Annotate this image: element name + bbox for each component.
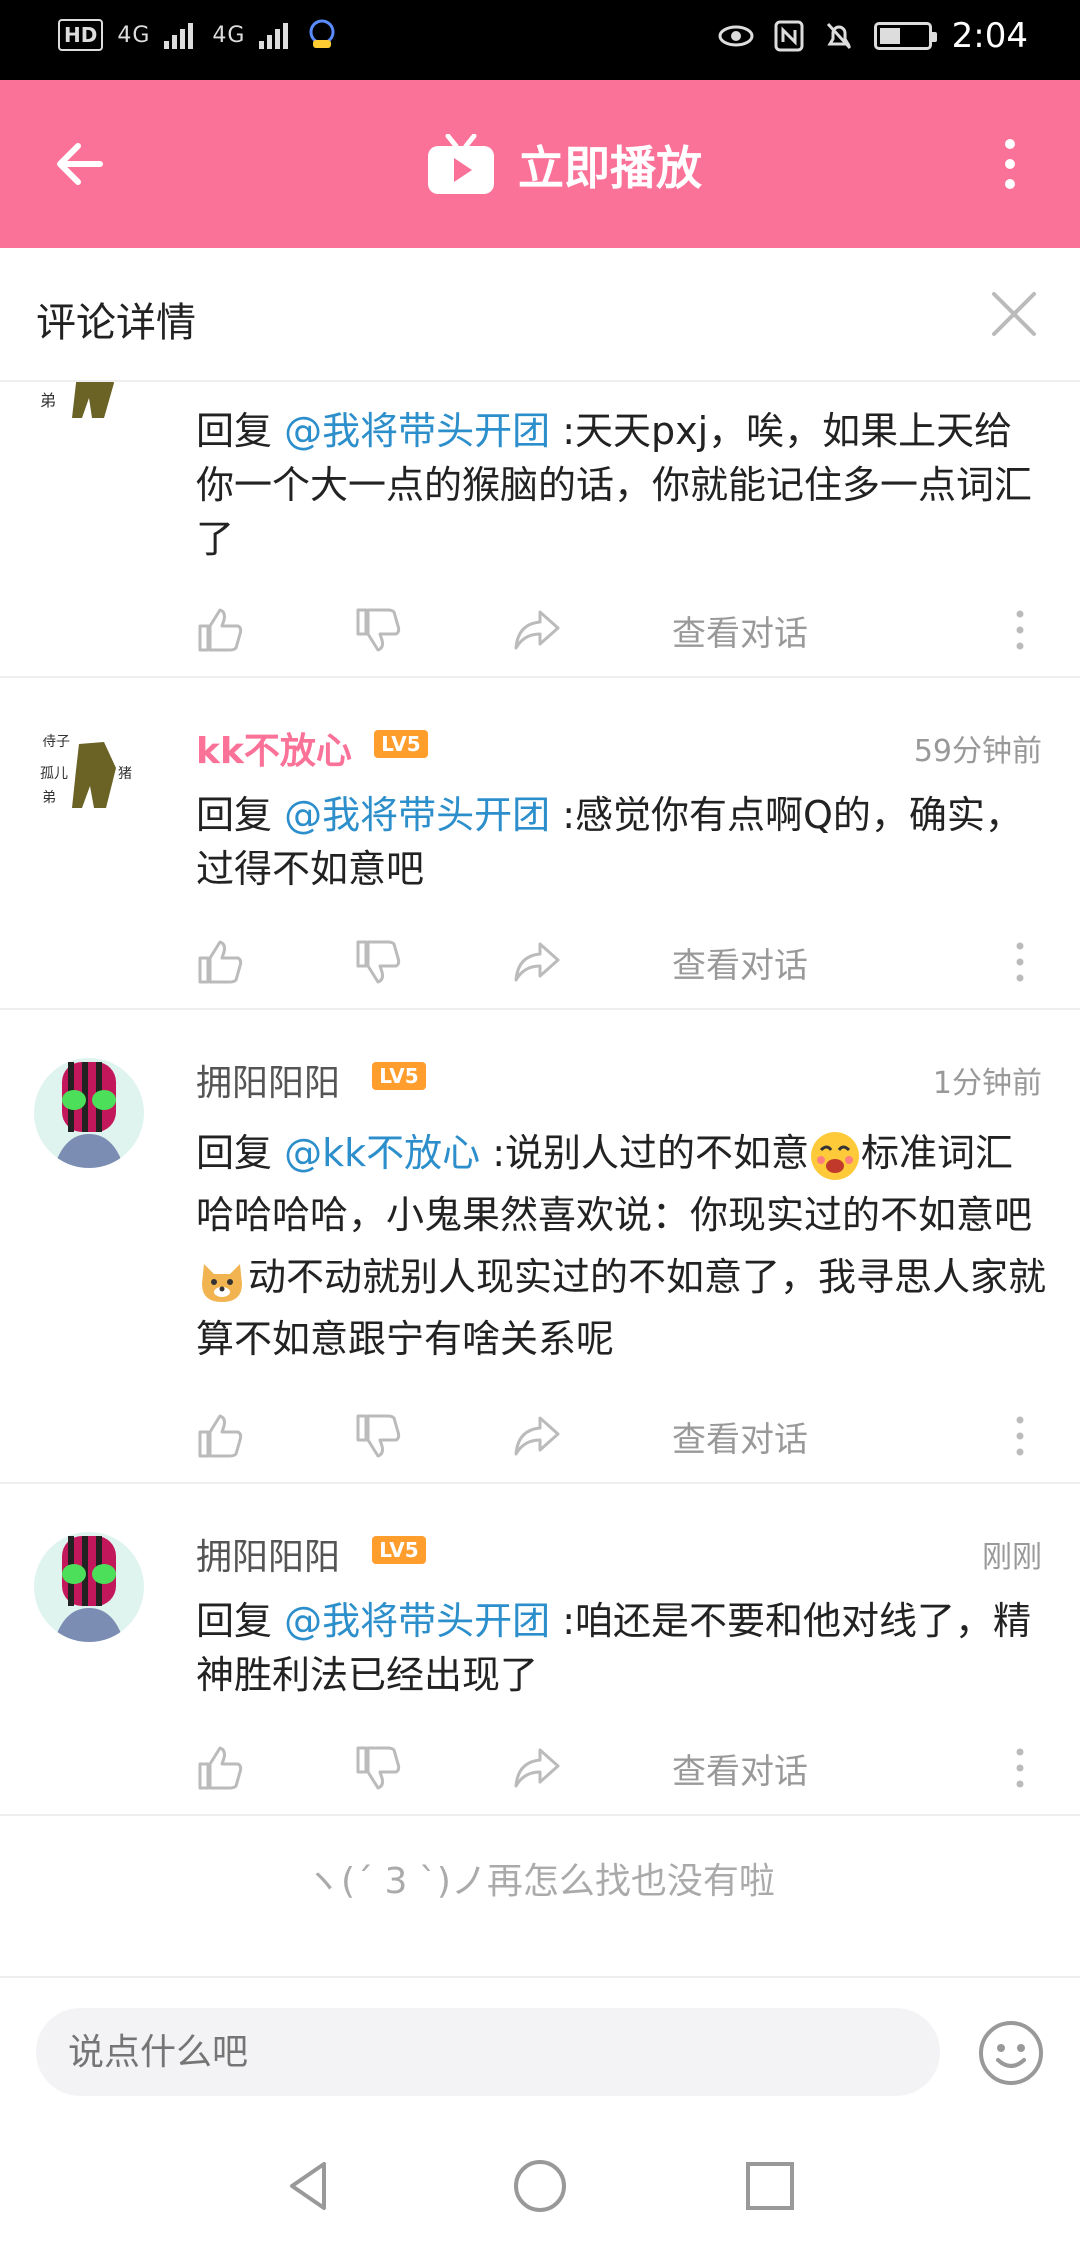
timestamp: 刚刚 [982, 1540, 1042, 1575]
clock: 2:04 [951, 16, 1028, 56]
list-item: 拥阳阳阳 LV5 1分钟前 回复 @kk不放心 :说别人过的不如意 标准词汇哈哈哈… [0, 1010, 1080, 1484]
reply-prefix: 回复 [196, 793, 285, 837]
avatar[interactable] [34, 1532, 144, 1642]
mention-link[interactable]: @我将带头开团 [284, 1599, 550, 1643]
system-nav-bar [0, 2126, 1080, 2244]
mention-link[interactable]: @kk不放心 [284, 1131, 480, 1175]
svg-text:孤儿: 孤儿 [40, 766, 68, 782]
mention-link[interactable]: @我将带头开团 [284, 409, 550, 453]
view-conversation-link[interactable]: 查看对话 [672, 1412, 808, 1461]
battery-icon [873, 22, 937, 50]
comment-body: 回复 @我将带头开团 :感觉你有点啊Q的，确实，过得不如意吧 [196, 788, 1046, 896]
avatar[interactable]: 待子 孤儿 弟 猪 [34, 716, 144, 826]
status-right: 2:04 [718, 16, 1028, 56]
view-conversation-link[interactable]: 查看对话 [672, 938, 808, 987]
signal-1: 4G [117, 22, 151, 48]
nav-back-icon[interactable] [280, 2156, 340, 2216]
signal-2: 4G [212, 22, 246, 48]
username[interactable]: kk不放心 [196, 722, 352, 774]
like-icon[interactable] [196, 606, 244, 654]
reply-prefix: 回复 [196, 409, 285, 453]
more-vert-icon[interactable] [1010, 938, 1030, 986]
masked-character-avatar-icon [34, 1532, 144, 1642]
level-badge: LV5 [372, 1536, 426, 1564]
share-icon[interactable] [512, 606, 560, 654]
app-bar-title: 立即播放 [518, 141, 702, 195]
timestamp: 1分钟前 [932, 1066, 1042, 1101]
comment-list[interactable]: 弟 回复 @我将带头开团 :天天pxj，唉，如果上天给你一个大一点的猴脑的话，你… [0, 382, 1080, 1976]
list-item: 拥阳阳阳 LV5 刚刚 回复 @我将带头开团 :咱还是不要和他对线了，精神胜利法… [0, 1484, 1080, 1816]
doge-emoji-icon [202, 1263, 242, 1302]
notification-app-icon [309, 19, 335, 48]
more-vert-icon[interactable] [1010, 1744, 1030, 1792]
comment-actions: 查看对话 [196, 932, 1046, 992]
comment-body: 回复 @我将带头开团 :天天pxj，唉，如果上天给你一个大一点的猴脑的话，你就能… [196, 404, 1046, 566]
dislike-icon[interactable] [354, 938, 402, 986]
like-icon[interactable] [196, 1412, 244, 1460]
status-left: HD 4G 4G [58, 18, 337, 52]
list-item: 弟 回复 @我将带头开团 :天天pxj，唉，如果上天给你一个大一点的猴脑的话，你… [0, 382, 1080, 678]
nav-home-icon[interactable] [510, 2156, 570, 2216]
comment-actions: 查看对话 [196, 1406, 1046, 1466]
dislike-icon[interactable] [354, 606, 402, 654]
more-vert-icon[interactable] [1010, 606, 1030, 654]
share-icon[interactable] [512, 1412, 560, 1460]
svg-text:猪: 猪 [118, 766, 132, 782]
dislike-icon[interactable] [354, 1412, 402, 1460]
emoji-picker-icon[interactable] [978, 2020, 1044, 2086]
comment-text: 动不动就别人现实过的不如意了，我寻思人家就算不如意跟宁有啥关系呢 [196, 1255, 1047, 1361]
svg-text:待子: 待子 [42, 734, 70, 750]
masked-character-avatar-icon [34, 1058, 144, 1168]
comment-actions: 查看对话 [196, 1738, 1046, 1798]
comment-body: 回复 @我将带头开团 :咱还是不要和他对线了，精神胜利法已经出现了 [196, 1594, 1046, 1702]
svg-text:弟: 弟 [40, 391, 56, 410]
view-conversation-link[interactable]: 查看对话 [672, 606, 808, 655]
timestamp: 59分钟前 [913, 734, 1042, 769]
status-bar: HD 4G 4G 2:04 [0, 0, 1080, 80]
hd-badge: HD [58, 19, 104, 51]
avatar[interactable]: 弟 [34, 382, 144, 438]
like-icon[interactable] [196, 938, 244, 986]
signal-bars-icon [164, 23, 194, 49]
eye-comfort-icon [718, 25, 754, 47]
laughing-emoji-icon [811, 1131, 859, 1180]
svg-text:弟: 弟 [42, 790, 56, 806]
mention-link[interactable]: @我将带头开团 [284, 793, 550, 837]
avatar[interactable] [34, 1058, 144, 1168]
tv-play-icon [428, 134, 494, 194]
reply-prefix: 回复 [196, 1599, 285, 1643]
comment-input[interactable] [36, 2008, 940, 2096]
horse-avatar-icon: 待子 孤儿 弟 猪 [34, 716, 144, 826]
more-vert-icon[interactable] [1010, 1412, 1030, 1460]
share-icon[interactable] [512, 1744, 560, 1792]
horse-avatar-icon: 弟 [34, 382, 144, 438]
comment-text: :说别人过的不如意 [480, 1131, 809, 1175]
comment-actions: 查看对话 [196, 600, 1046, 660]
reply-prefix: 回复 [196, 1131, 285, 1175]
more-vert-icon[interactable] [990, 134, 1030, 194]
username[interactable]: 拥阳阳阳 [196, 1528, 340, 1580]
play-now-button[interactable]: 立即播放 [426, 132, 702, 198]
comment-detail-header: 评论详情 [0, 248, 1080, 382]
username[interactable]: 拥阳阳阳 [196, 1054, 340, 1106]
list-item: 待子 孤儿 弟 猪 kk不放心 LV5 59分钟前 回复 @我将带头开团 :感觉… [0, 678, 1080, 1010]
view-conversation-link[interactable]: 查看对话 [672, 1744, 808, 1793]
dislike-icon[interactable] [354, 1744, 402, 1792]
nfc-icon [774, 20, 804, 52]
level-badge: LV5 [374, 730, 428, 758]
like-icon[interactable] [196, 1744, 244, 1792]
panel-title: 评论详情 [36, 300, 196, 346]
close-icon[interactable] [986, 286, 1042, 342]
app-bar: 立即播放 [0, 80, 1080, 248]
nav-recents-icon[interactable] [740, 2156, 800, 2216]
back-arrow-icon[interactable] [50, 134, 110, 194]
level-badge: LV5 [372, 1062, 426, 1090]
share-icon[interactable] [512, 938, 560, 986]
comment-body: 回复 @kk不放心 :说别人过的不如意 标准词汇哈哈哈哈，小鬼果然喜欢说：你现实过… [196, 1122, 1046, 1370]
comment-composer [0, 1976, 1080, 2126]
mute-bell-icon [826, 22, 851, 50]
signal-bars-icon [259, 23, 289, 49]
end-of-list-note: ヽ(ˊ 3 ˋ)ノ再怎么找也没有啦 [305, 1861, 775, 1902]
